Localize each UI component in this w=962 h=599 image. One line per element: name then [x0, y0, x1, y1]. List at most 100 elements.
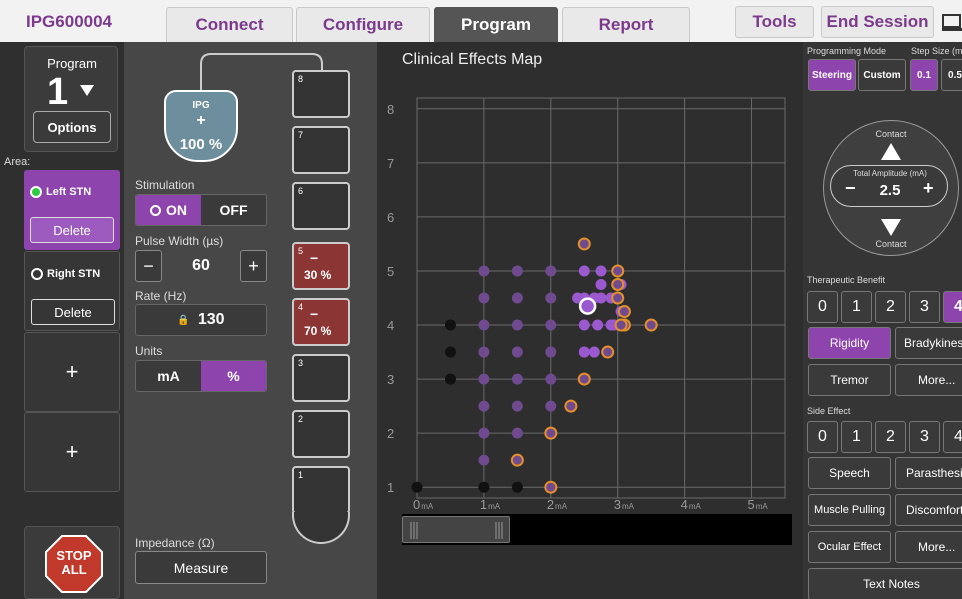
map-x-tick-label: 0mA [413, 497, 434, 512]
contact-7[interactable]: 7 [292, 126, 350, 174]
step-size-0-1-button[interactable]: 0.1 [910, 59, 938, 91]
ocular-effect-button[interactable]: Ocular Effect [808, 531, 891, 563]
map-y-tick-label: 6 [387, 210, 394, 225]
pulse-width-stepper[interactable]: − 60 + [135, 250, 267, 282]
contact-number: 1 [298, 470, 304, 480]
area-left-stn[interactable]: Left STN Delete [24, 170, 120, 250]
muscle-pulling-button[interactable]: Muscle Pulling [808, 494, 891, 526]
map-point-tested [478, 292, 490, 304]
tab-configure[interactable]: Configure [296, 7, 430, 42]
amplitude-label: Total Amplitude (mA) [853, 169, 927, 178]
map-y-tick-label: 2 [387, 426, 394, 441]
side-effect-3-button[interactable]: 3 [909, 421, 940, 453]
map-scrollbar[interactable] [402, 514, 792, 545]
add-area-button[interactable]: + [24, 332, 120, 412]
map-point-side-effect [611, 291, 625, 305]
units-ma-button[interactable]: mA [136, 361, 201, 391]
area-right-stn[interactable]: Right STN Delete [24, 251, 120, 331]
side-effect-1-button[interactable]: 1 [841, 421, 872, 453]
contact-8[interactable]: 8 [292, 70, 350, 118]
contact-6[interactable]: 6 [292, 182, 350, 230]
contact-1[interactable]: 1 [292, 466, 350, 514]
top-bar: IPG600004 Connect Configure Program Repo… [0, 0, 962, 42]
units-toggle[interactable]: mA % [135, 360, 267, 392]
bradykinesia-button[interactable]: Bradykinesia [895, 327, 962, 359]
amplitude-plus-button[interactable]: + [923, 178, 934, 199]
map-point-side-effect [577, 237, 591, 251]
text-notes-button[interactable]: Text Notes [808, 568, 962, 599]
map-point-no-effect [511, 481, 523, 493]
laptop-icon[interactable] [942, 14, 962, 32]
cathode-sign: − [310, 306, 319, 322]
side-effect-2-button[interactable]: 2 [875, 421, 906, 453]
lead: 8 7 6 5 − 30 % 4 − 70 % 3 2 1 [292, 70, 350, 550]
chevron-down-icon[interactable] [80, 85, 94, 96]
program-selector[interactable]: Program 1 Options [24, 46, 118, 152]
map-point-tested [478, 427, 490, 439]
tab-report[interactable]: Report [562, 7, 690, 42]
on-indicator-icon [150, 204, 161, 216]
add-area-button-2[interactable]: + [24, 412, 120, 492]
radio-selected-icon[interactable] [30, 186, 42, 198]
tab-program[interactable]: Program [434, 7, 558, 42]
stop-line: STOP [56, 548, 92, 563]
therapeutic-2-button[interactable]: 2 [875, 291, 906, 323]
discomfort-button[interactable]: Discomfort [895, 494, 962, 526]
area-left-stn-label[interactable]: Left STN [30, 186, 91, 198]
contact-5[interactable]: 5 − 30 % [292, 242, 350, 290]
amplitude-control: Total Amplitude (mA) − 2.5 + [830, 165, 948, 207]
therapeutic-scale[interactable]: 0 1 2 3 4 [807, 291, 962, 323]
tools-button[interactable]: Tools [735, 6, 814, 38]
tremor-button[interactable]: Tremor [808, 364, 891, 396]
end-session-button[interactable]: End Session [821, 6, 934, 38]
therapeutic-more-button[interactable]: More... [895, 364, 962, 396]
therapeutic-3-button[interactable]: 3 [909, 291, 940, 323]
effects-map-chart[interactable]: 1 2 3 4 5 6 7 8 0mA 1mA 2mA 3mA 4mA 5mA [377, 42, 803, 512]
contact-down-arrow-icon[interactable] [881, 219, 901, 236]
area-name-text: Left STN [46, 186, 92, 198]
custom-mode-button[interactable]: Custom [858, 59, 906, 91]
measure-button[interactable]: Measure [135, 551, 267, 584]
step-size-0-5-button[interactable]: 0.5 [941, 59, 962, 91]
side-effect-0-button[interactable]: 0 [807, 421, 838, 453]
side-effect-label: Side Effect [807, 406, 851, 416]
units-percent-button[interactable]: % [201, 361, 266, 391]
contact-2[interactable]: 2 [292, 410, 350, 458]
radio-unselected-icon[interactable] [31, 268, 43, 280]
delete-right-stn-button[interactable]: Delete [31, 299, 115, 325]
units-label: Units [135, 344, 163, 358]
contact-up-arrow-icon[interactable] [881, 143, 901, 160]
side-effect-4-button[interactable]: 4 [943, 421, 962, 453]
options-button[interactable]: Options [33, 111, 111, 143]
pulse-width-plus-button[interactable]: + [240, 250, 267, 282]
pulse-width-minus-button[interactable]: − [135, 250, 162, 282]
map-point-side-effect [544, 426, 558, 440]
contact-4[interactable]: 4 − 70 % [292, 298, 350, 346]
tab-connect[interactable]: Connect [166, 7, 293, 42]
left-column: Program 1 Options Area: Left STN Delete … [0, 42, 124, 599]
stimulation-off-button[interactable]: OFF [201, 195, 266, 225]
delete-left-stn-button[interactable]: Delete [30, 217, 114, 243]
steering-mode-button[interactable]: Steering [808, 59, 856, 91]
map-point-tested [478, 454, 490, 466]
parasthesia-button[interactable]: Parasthesia [895, 457, 962, 489]
stimulation-on-button[interactable]: ON [136, 195, 201, 225]
stop-all-button[interactable]: STOP ALL [24, 526, 120, 599]
contact-3[interactable]: 3 [292, 354, 350, 402]
map-scroll-thumb[interactable] [402, 516, 510, 543]
rate-field: 🔒 130 [135, 304, 267, 336]
ipg-percent: 100 % [179, 136, 223, 153]
rigidity-button[interactable]: Rigidity [808, 327, 891, 359]
program-number[interactable]: 1 [47, 71, 68, 114]
speech-button[interactable]: Speech [808, 457, 891, 489]
side-effect-more-button[interactable]: More... [895, 531, 962, 563]
map-y-tick-label: 5 [387, 264, 394, 279]
therapeutic-0-button[interactable]: 0 [807, 291, 838, 323]
therapeutic-1-button[interactable]: 1 [841, 291, 872, 323]
map-point-tested [545, 319, 557, 331]
area-right-stn-label[interactable]: Right STN [31, 268, 100, 280]
stimulation-toggle[interactable]: ON OFF [135, 194, 267, 226]
side-effect-scale[interactable]: 0 1 2 3 4 [807, 421, 962, 453]
pulse-width-label: Pulse Width (µs) [135, 234, 224, 248]
therapeutic-4-button[interactable]: 4 [943, 291, 962, 323]
